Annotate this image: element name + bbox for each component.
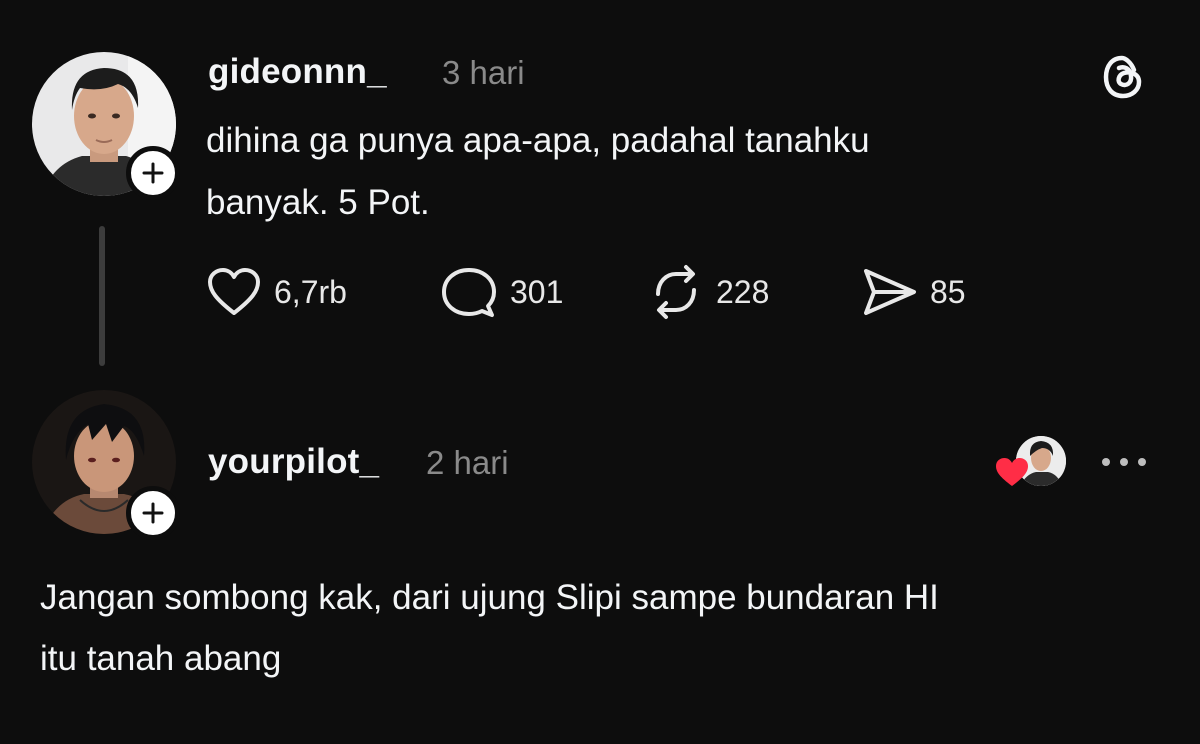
- follow-plus-button[interactable]: [126, 486, 180, 540]
- share-count: 85: [930, 273, 966, 310]
- more-options-icon[interactable]: [1098, 452, 1150, 472]
- reply-button[interactable]: 301: [440, 262, 563, 322]
- post-username[interactable]: gideonnn_: [208, 52, 387, 92]
- thread-connector-line: [99, 226, 105, 366]
- send-icon: [864, 269, 916, 315]
- threads-logo-icon[interactable]: [1098, 52, 1148, 102]
- reply-text-line-2: itu tanah abang: [40, 639, 282, 678]
- like-button[interactable]: 6,7rb: [206, 262, 347, 322]
- reply-text-line-1: Jangan sombong kak, dari ujung Slipi sam…: [40, 578, 939, 617]
- share-button[interactable]: 85: [862, 262, 966, 322]
- post-text-line-1: dihina ga punya apa-apa, padahal tanahku: [206, 121, 870, 160]
- post-timestamp: 3 hari: [442, 54, 525, 91]
- like-count: 6,7rb: [274, 273, 347, 310]
- heart-icon: [208, 268, 260, 315]
- repost-icon: [656, 265, 696, 319]
- plus-icon: [142, 162, 164, 184]
- post-text-line-2: banyak. 5 Pot.: [206, 183, 430, 222]
- liked-by-author-indicator: [994, 436, 1074, 488]
- reply-timestamp: 2 hari: [426, 444, 509, 481]
- plus-icon: [142, 502, 164, 524]
- reply-username[interactable]: yourpilot_: [208, 442, 379, 482]
- follow-plus-button[interactable]: [126, 146, 180, 200]
- red-heart-icon: [996, 458, 1028, 486]
- reply-count: 301: [510, 273, 564, 310]
- repost-button[interactable]: 228: [648, 262, 769, 322]
- comment-icon: [442, 268, 496, 317]
- repost-count: 228: [716, 273, 770, 310]
